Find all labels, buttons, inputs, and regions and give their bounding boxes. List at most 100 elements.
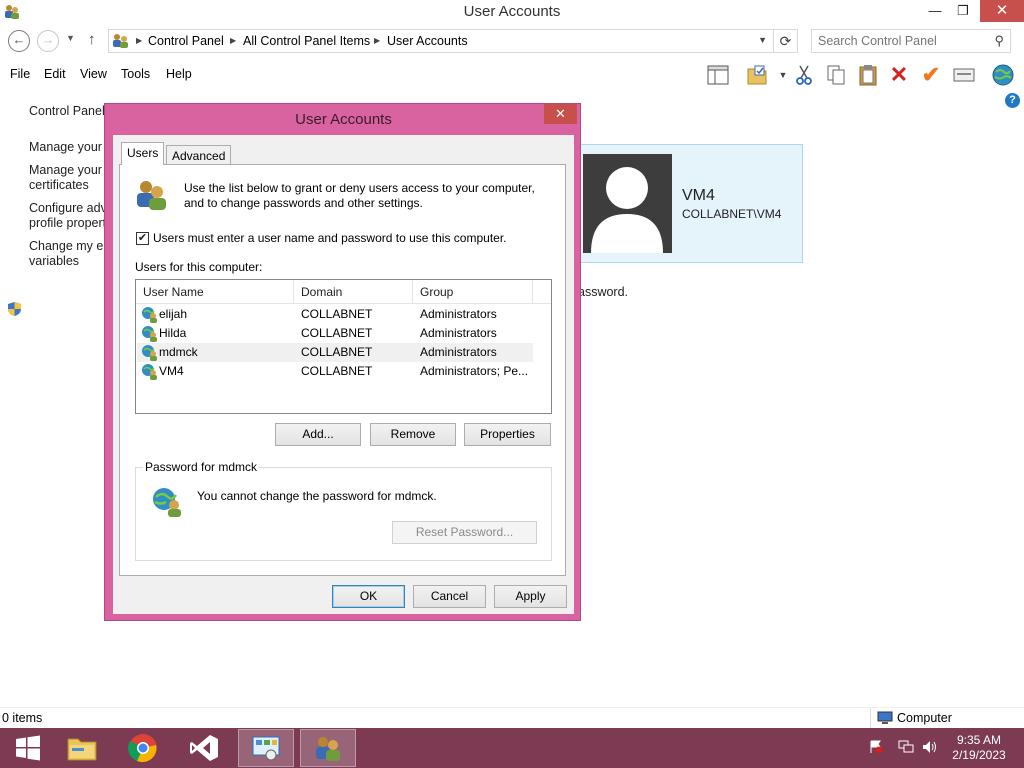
reset-password-button[interactable]: Reset Password... xyxy=(392,521,537,544)
toolbar: ▼ ✕ ✔ xyxy=(700,60,1024,90)
table-row[interactable]: mdmck COLLABNET Administrators xyxy=(137,343,533,362)
clock-time: 9:35 AM xyxy=(956,733,1002,747)
properties-button[interactable]: Properties xyxy=(464,423,551,446)
status-bar: 0 items Computer xyxy=(0,707,1024,729)
checkmark-icon[interactable]: ✔ xyxy=(918,62,944,88)
apply-button[interactable]: Apply xyxy=(494,585,567,608)
ok-button[interactable]: OK xyxy=(332,585,405,608)
file-explorer-icon[interactable] xyxy=(54,729,110,767)
table-row[interactable]: VM4 COLLABNET Administrators; Pe... xyxy=(137,362,533,381)
cut-icon[interactable] xyxy=(791,62,817,88)
refresh-button[interactable]: ⟳ xyxy=(774,29,798,53)
users-icon xyxy=(134,179,168,214)
require-login-label[interactable]: Users must enter a user name and passwor… xyxy=(153,231,507,245)
left-pane-link-manage-certificates[interactable]: Manage your f certificates xyxy=(29,163,109,193)
preview-pane-icon[interactable] xyxy=(705,62,731,88)
table-row[interactable]: Hilda COLLABNET Administrators xyxy=(137,324,533,343)
remove-button[interactable]: Remove xyxy=(370,423,456,446)
require-login-checkbox-row[interactable]: ✔ Users must enter a user name and passw… xyxy=(136,231,507,245)
control-panel-taskbar-icon[interactable] xyxy=(238,729,294,767)
table-row[interactable]: elijah COLLABNET Administrators xyxy=(137,305,533,324)
breadcrumb-separator[interactable]: ▶ xyxy=(136,36,142,45)
cell-domain: COLLABNET xyxy=(301,307,373,321)
address-dropdown-button[interactable]: ▼ xyxy=(758,35,767,45)
breadcrumb-control-panel[interactable]: Control Panel xyxy=(148,34,224,48)
link-line: Configure adv xyxy=(29,201,107,215)
paste-icon[interactable] xyxy=(855,62,881,88)
link-line: certificates xyxy=(29,178,89,192)
column-domain[interactable]: Domain xyxy=(301,285,342,299)
action-center-icon[interactable] xyxy=(869,740,883,757)
avatar xyxy=(583,154,672,253)
left-pane-link-configure-advanced[interactable]: Configure adv profile propert xyxy=(29,201,107,231)
domain-user-icon xyxy=(151,486,183,521)
close-button[interactable]: ✕ xyxy=(980,0,1024,22)
password-link-text[interactable]: assword. xyxy=(578,285,628,299)
menu-view[interactable]: View xyxy=(80,67,107,81)
back-button[interactable]: ← xyxy=(8,30,30,52)
add-button[interactable]: Add... xyxy=(275,423,361,446)
domain-user-icon xyxy=(141,325,158,345)
left-pane-link-manage-credentials[interactable]: Manage your c xyxy=(29,140,112,155)
column-divider[interactable] xyxy=(412,280,413,304)
users-list-label: Users for this computer: xyxy=(135,260,263,274)
forward-button[interactable]: → xyxy=(37,30,59,52)
copy-icon[interactable] xyxy=(823,62,849,88)
left-pane-link-environment-variables[interactable]: Change my en variables xyxy=(29,239,110,269)
properties-icon[interactable] xyxy=(951,62,977,88)
require-login-checkbox[interactable]: ✔ xyxy=(136,231,149,245)
maximize-button[interactable]: ❐ xyxy=(946,0,980,22)
volume-icon[interactable] xyxy=(922,740,938,757)
shield-icon xyxy=(7,301,22,320)
search-icon[interactable]: ⚲ xyxy=(994,33,1004,49)
menu-edit[interactable]: Edit xyxy=(44,67,66,81)
password-group-legend: Password for mdmck xyxy=(143,460,260,474)
cell-user-name: Hilda xyxy=(159,326,187,340)
window-title: User Accounts xyxy=(463,3,561,20)
item-count: 0 items xyxy=(2,711,43,725)
start-button[interactable] xyxy=(0,729,56,767)
clock-date: 2/19/2023 xyxy=(952,748,1006,762)
column-user-name[interactable]: User Name xyxy=(143,285,204,299)
column-group[interactable]: Group xyxy=(420,285,453,299)
breadcrumb-separator[interactable]: ▶ xyxy=(230,36,236,45)
breadcrumb-user-accounts[interactable]: User Accounts xyxy=(387,34,468,48)
visual-studio-icon[interactable] xyxy=(176,729,232,767)
help-icon[interactable]: ? xyxy=(1005,93,1020,108)
up-button[interactable]: ↑ xyxy=(88,31,96,48)
cell-group: Administrators xyxy=(420,326,497,340)
breadcrumb-separator[interactable]: ▶ xyxy=(374,36,380,45)
cell-user-name: elijah xyxy=(159,307,188,321)
search-box[interactable]: ⚲ xyxy=(811,29,1011,53)
cell-user-name: mdmck xyxy=(159,345,198,359)
column-divider[interactable] xyxy=(532,280,533,304)
search-input[interactable] xyxy=(818,34,978,48)
folder-options-icon[interactable] xyxy=(744,62,770,88)
cell-domain: COLLABNET xyxy=(301,326,373,340)
breadcrumb-all-items[interactable]: All Control Panel Items xyxy=(243,34,370,48)
recent-locations-button[interactable]: ▼ xyxy=(66,33,75,43)
left-pane-link-control-panel[interactable]: Control Panel xyxy=(29,104,105,119)
chrome-icon[interactable] xyxy=(115,729,171,767)
column-divider[interactable] xyxy=(293,280,294,304)
menu-help[interactable]: Help xyxy=(166,67,192,81)
cell-group: Administrators xyxy=(420,307,497,321)
network-icon[interactable] xyxy=(898,740,914,757)
users-list[interactable]: User Name Domain Group elijah COLLABNET … xyxy=(135,279,552,414)
address-bar[interactable]: ▶ Control Panel ▶ All Control Panel Item… xyxy=(108,29,774,53)
status-divider xyxy=(870,708,871,729)
globe-icon[interactable] xyxy=(990,62,1016,88)
link-line: variables xyxy=(29,254,80,268)
menu-file[interactable]: File xyxy=(10,67,30,81)
zone-label: Computer xyxy=(897,711,952,725)
user-accounts-taskbar-icon[interactable] xyxy=(300,729,356,767)
clock[interactable]: 9:35 AM 2/19/2023 xyxy=(946,733,1012,763)
address-row: ← → ▼ ↑ ▶ Control Panel ▶ All Control Pa… xyxy=(0,27,1024,55)
dialog-close-button[interactable]: ✕ xyxy=(544,104,577,124)
tab-advanced[interactable]: Advanced xyxy=(166,145,232,165)
dialog-title: User Accounts xyxy=(295,111,392,128)
tab-users[interactable]: Users xyxy=(121,142,165,165)
delete-icon[interactable]: ✕ xyxy=(886,62,912,88)
menu-tools[interactable]: Tools xyxy=(121,67,150,81)
cancel-button[interactable]: Cancel xyxy=(413,585,486,608)
